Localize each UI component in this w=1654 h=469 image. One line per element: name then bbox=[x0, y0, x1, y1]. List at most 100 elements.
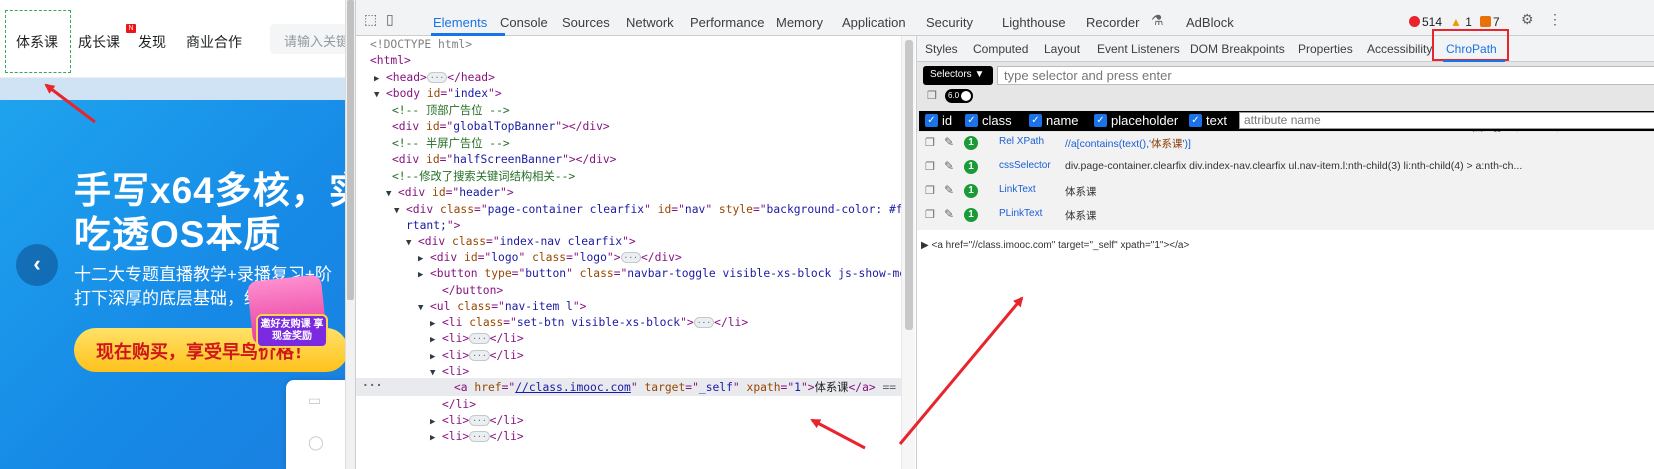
issue-count[interactable]: 7 bbox=[1480, 15, 1500, 29]
result-value[interactable]: //a[contains(text(),'体系课')] bbox=[1065, 136, 1645, 151]
page-scrollbar-thumb[interactable] bbox=[347, 0, 354, 300]
result-value[interactable]: div.page-container.clearfix div.index-na… bbox=[1065, 160, 1645, 172]
result-value[interactable]: 体系课 bbox=[1065, 208, 1645, 223]
tree-node-index-nav[interactable]: ▼ <div class="index-nav clearfix"> bbox=[406, 233, 636, 250]
tree-node-logo[interactable]: ▶ <div id="logo" class="logo"> ··· </div> bbox=[418, 249, 682, 266]
checkbox-class[interactable]: ✓ bbox=[965, 114, 978, 127]
tab-application[interactable]: Application bbox=[842, 15, 906, 30]
message-icon[interactable]: ▭ bbox=[308, 392, 321, 409]
matched-node-row[interactable]: ▶ <a href="//class.imooc.com" target="_s… bbox=[921, 240, 1189, 251]
tab-memory[interactable]: Memory bbox=[776, 15, 823, 30]
toggle-knob bbox=[961, 91, 971, 101]
copy-icon[interactable]: ❐ bbox=[925, 136, 935, 149]
copy-icon[interactable]: ❐ bbox=[927, 89, 937, 102]
selected-node-menu-icon[interactable]: ··· bbox=[362, 379, 382, 392]
tree-node-li-6[interactable]: ▶ <li> ··· </li> bbox=[430, 428, 524, 445]
help-icon[interactable]: ◯ bbox=[308, 434, 324, 451]
xpath-text-literal: 体系课 bbox=[1151, 138, 1183, 150]
tree-node-li-4[interactable]: ▼ <li> bbox=[430, 363, 469, 380]
more-options-icon[interactable]: ⋮ bbox=[1548, 11, 1562, 28]
invite-reward-badge[interactable]: 邀好友购课 享现金奖励 bbox=[256, 314, 328, 348]
edit-icon[interactable]: ✎ bbox=[944, 183, 954, 197]
tab-elements[interactable]: Elements bbox=[433, 15, 487, 30]
tree-node-comment-top-ad[interactable]: <!-- 顶部广告位 --> bbox=[392, 102, 510, 119]
tree-node-navbar-toggle[interactable]: ▶ <button type="button" class="navbar-tog… bbox=[418, 265, 915, 282]
tree-node-global-top-banner[interactable]: <div id="globalTopBanner"></div> bbox=[392, 118, 610, 135]
checkbox-text[interactable]: ✓ bbox=[1189, 114, 1202, 127]
tree-node-page-container[interactable]: ▼ <div class="page-container clearfix" id… bbox=[394, 201, 915, 218]
tree-node-head[interactable]: ▶ <head> ··· </head> bbox=[374, 69, 495, 86]
inspect-element-icon[interactable]: ⬚ bbox=[364, 11, 377, 28]
sidebar-tab-strip: Styles Computed Layout Event Listeners D… bbox=[917, 29, 1654, 62]
edit-icon[interactable]: ✎ bbox=[944, 135, 954, 149]
tab-layout[interactable]: Layout bbox=[1044, 42, 1080, 56]
copy-icon[interactable]: ❐ bbox=[925, 160, 935, 173]
tree-node-li-5[interactable]: ▶ <li> ··· </li> bbox=[430, 412, 524, 429]
carousel-prev-button[interactable]: ‹ bbox=[16, 244, 58, 286]
tree-node-nav-item-ul[interactable]: ▼ <ul class="nav-item l"> bbox=[418, 298, 586, 315]
tree-node-li-3[interactable]: ▶ <li> ··· </li> bbox=[430, 347, 524, 364]
tab-dom-breakpoints[interactable]: DOM Breakpoints bbox=[1190, 42, 1285, 56]
tab-network[interactable]: Network bbox=[626, 15, 674, 30]
tab-accessibility[interactable]: Accessibility bbox=[1367, 42, 1432, 56]
anchor-href-link[interactable]: //class.imooc.com bbox=[515, 381, 631, 394]
version-toggle[interactable]: 6.0 bbox=[945, 89, 973, 103]
tab-sources[interactable]: Sources bbox=[562, 15, 610, 30]
tab-adblock[interactable]: AdBlock bbox=[1186, 15, 1234, 30]
tree-node-selected-anchor[interactable]: <a href="//class.imooc.com" target="_sel… bbox=[454, 379, 915, 396]
tab-console[interactable]: Console bbox=[500, 15, 548, 30]
expand-arrow-icon[interactable]: ▶ bbox=[921, 240, 929, 251]
result-row-css-selector[interactable]: ❐ ✎ 1 cssSelector div.page-container.cle… bbox=[917, 156, 1654, 180]
tree-node-li-set-btn[interactable]: ▶ <li class="set-btn visible-xs-block"> ··… bbox=[430, 314, 748, 331]
tree-node-body[interactable]: ▼ <body id="index"> bbox=[374, 85, 502, 102]
match-count-badge: 1 bbox=[964, 160, 978, 174]
nav-link-discover[interactable]: 发现 bbox=[138, 32, 166, 52]
page-scrollbar[interactable] bbox=[345, 0, 355, 469]
site-header-nav: 体系课 成长课 N 发现 商业合作 请输入关键 bbox=[0, 0, 345, 78]
tree-node-comment-search[interactable]: <!--修改了搜索关键词结构相关--> bbox=[392, 168, 575, 185]
matched-node-html: <a href="//class.imooc.com" target="_sel… bbox=[931, 240, 1190, 251]
tree-node-doctype[interactable]: <!DOCTYPE html> bbox=[370, 36, 472, 53]
attribute-name-input[interactable]: attribute name bbox=[1239, 112, 1654, 129]
tab-lighthouse[interactable]: Lighthouse bbox=[1002, 15, 1066, 30]
result-row-link-text[interactable]: ❐ ✎ 1 LinkText 体系课 bbox=[917, 180, 1654, 204]
selector-input[interactable]: type selector and press enter bbox=[997, 66, 1654, 85]
elements-scrollbar-thumb[interactable] bbox=[905, 40, 913, 330]
tab-computed[interactable]: Computed bbox=[973, 42, 1028, 56]
tree-node-half-screen-banner[interactable]: <div id="halfScreenBanner"></div> bbox=[392, 151, 616, 168]
elements-scrollbar[interactable] bbox=[901, 36, 915, 469]
nav-link-business[interactable]: 商业合作 bbox=[186, 32, 242, 52]
tree-node-header[interactable]: ▼ <div id="header"> bbox=[386, 184, 514, 201]
copy-icon[interactable]: ❐ bbox=[925, 208, 935, 221]
result-row-partial-link-text[interactable]: ❐ ✎ 1 PLinkText 体系课 bbox=[917, 204, 1654, 228]
checkbox-id[interactable]: ✓ bbox=[925, 114, 938, 127]
selector-type-dropdown[interactable]: Selectors ▼ bbox=[923, 66, 993, 85]
floating-side-widget: ▭ ◯ bbox=[286, 380, 345, 469]
checkbox-label-text: text bbox=[1206, 113, 1227, 128]
site-search-input[interactable]: 请输入关键 bbox=[270, 24, 345, 54]
tab-event-listeners[interactable]: Event Listeners bbox=[1097, 42, 1180, 56]
tab-performance[interactable]: Performance bbox=[690, 15, 764, 30]
elements-tree-panel[interactable]: ··· <!DOCTYPE html> <html> ▶ <head> ··· </h… bbox=[356, 36, 915, 469]
settings-gear-icon[interactable]: ⚙ bbox=[1521, 11, 1534, 28]
error-count[interactable]: 514 bbox=[1409, 15, 1442, 29]
edit-icon[interactable]: ✎ bbox=[944, 159, 954, 173]
edit-icon[interactable]: ✎ bbox=[944, 207, 954, 221]
tab-properties[interactable]: Properties bbox=[1298, 42, 1353, 56]
nav-link-growth[interactable]: 成长课 bbox=[78, 32, 120, 52]
tab-styles[interactable]: Styles bbox=[925, 42, 958, 56]
nav-link-courses[interactable]: 体系课 bbox=[16, 32, 58, 52]
tree-node-html[interactable]: <html> bbox=[370, 52, 411, 69]
checkbox-label-placeholder: placeholder bbox=[1111, 113, 1179, 128]
warning-count[interactable]: ▲ 1 bbox=[1450, 15, 1472, 29]
result-value[interactable]: 体系课 bbox=[1065, 184, 1645, 199]
device-toolbar-icon[interactable]: ▯ bbox=[386, 11, 394, 28]
tab-security[interactable]: Security bbox=[926, 15, 973, 30]
checkbox-name[interactable]: ✓ bbox=[1029, 114, 1042, 127]
checkbox-placeholder[interactable]: ✓ bbox=[1094, 114, 1107, 127]
tab-recorder[interactable]: Recorder bbox=[1086, 15, 1139, 30]
copy-icon[interactable]: ❐ bbox=[925, 184, 935, 197]
tree-node-comment-half-ad[interactable]: <!-- 半屏广告位 --> bbox=[392, 135, 510, 152]
result-row-rel-xpath[interactable]: ❐ ✎ 1 Rel XPath //a[contains(text(),'体系课… bbox=[917, 132, 1654, 156]
tree-node-li-2[interactable]: ▶ <li> ··· </li> bbox=[430, 330, 524, 347]
